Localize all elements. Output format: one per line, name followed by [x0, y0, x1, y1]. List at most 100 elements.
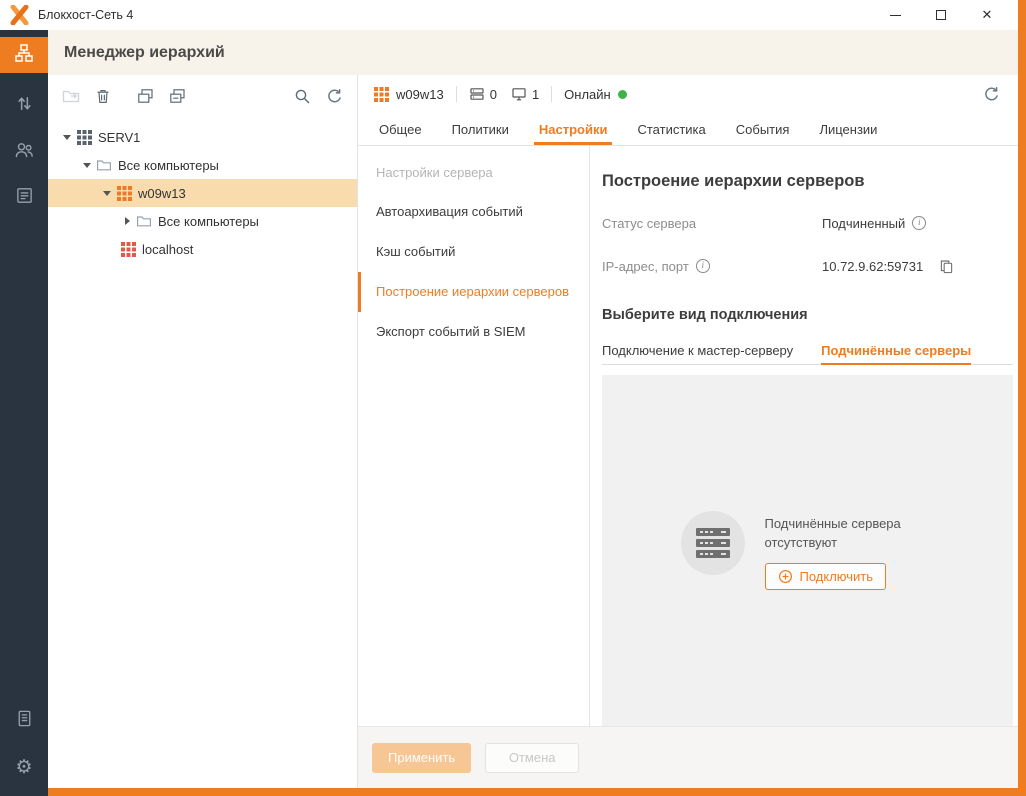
online-dot-icon — [617, 89, 627, 99]
plus-circle-icon — [778, 569, 793, 584]
hierarchy-icon — [14, 43, 34, 68]
collapse-all-button[interactable] — [166, 85, 188, 107]
separator — [455, 86, 457, 102]
tree-row-serv1[interactable]: SERV1 — [48, 123, 357, 151]
empty-state: Подчинённые сервера отсутствуют Подключи… — [680, 511, 935, 590]
server-stack-icon — [469, 86, 485, 102]
tree-toolbar — [48, 75, 357, 117]
copy-button[interactable] — [939, 259, 954, 274]
tree-panel: SERV1 Все компьютеры w09w13 Все компьюте… — [48, 75, 358, 788]
rail-item-replication[interactable] — [0, 83, 48, 129]
tab-general[interactable]: Общее — [364, 113, 437, 145]
content-title: Построение иерархии серверов — [602, 172, 865, 190]
settings-content: Построение иерархии серверов Статус серв… — [590, 146, 1018, 726]
tree-node-label: SERV1 — [98, 129, 141, 145]
close-button[interactable]: ✕ — [964, 0, 1010, 30]
selected-server-name: w09w13 — [396, 86, 444, 102]
server-grid-icon — [374, 86, 389, 102]
tab-subordinate-servers[interactable]: Подчинённые серверы — [821, 337, 972, 365]
maximize-icon — [936, 10, 946, 20]
tab-settings[interactable]: Настройки — [524, 113, 623, 145]
connection-tabs: Подключение к мастер-серверу Подчинённые… — [602, 337, 1013, 365]
rail-item-users[interactable] — [0, 129, 48, 175]
folder-icon — [136, 213, 152, 229]
caret-right-icon[interactable] — [120, 217, 134, 225]
servers-count: 0 — [469, 86, 497, 102]
subordinate-servers-panel: Подчинённые сервера отсутствуют Подключи… — [602, 375, 1013, 726]
rail-item-hierarchy-manager[interactable] — [0, 37, 48, 73]
right-accent-strip — [1018, 0, 1026, 796]
expand-all-button[interactable] — [134, 85, 156, 107]
tab-licenses[interactable]: Лицензии — [804, 113, 892, 145]
caret-down-icon[interactable] — [60, 135, 74, 140]
nav-item-hierarchy[interactable]: Построение иерархии серверов — [358, 272, 589, 312]
tree-node-label: w09w13 — [138, 185, 186, 201]
server-grid-icon — [116, 185, 132, 201]
app-title: Блокхост-Сеть 4 — [38, 8, 134, 22]
footer-actions: Применить Отмена — [358, 726, 1018, 788]
tab-events[interactable]: События — [721, 113, 805, 145]
field-server-status: Статус сервера Подчиненный i — [602, 212, 1013, 234]
close-icon: ✕ — [981, 7, 993, 22]
nav-item-event-cache[interactable]: Кэш событий — [358, 232, 589, 272]
caret-down-icon[interactable] — [100, 191, 114, 196]
maximize-button[interactable] — [918, 0, 964, 30]
page-title: Менеджер иерархий — [64, 43, 225, 61]
page-header: Менеджер иерархий — [48, 30, 1018, 75]
nav-item-siem-export[interactable]: Экспорт событий в SIEM — [358, 312, 589, 352]
delete-button[interactable] — [92, 85, 114, 107]
tree-toolbar-right — [291, 85, 345, 107]
server-grid-icon — [76, 129, 92, 145]
nav-item-autoarchive[interactable]: Автоархивация событий — [358, 192, 589, 232]
server-grid-icon — [120, 241, 136, 257]
apply-button[interactable]: Применить — [372, 742, 472, 773]
server-tabs: Общее Политики Настройки Статистика Собы… — [358, 113, 1018, 146]
info-icon[interactable]: i — [912, 216, 927, 230]
servers-count-value: 0 — [489, 86, 497, 102]
field-label: IP-адрес, порт i — [602, 259, 822, 274]
field-value: Подчиненный i — [822, 216, 927, 231]
workspace: SERV1 Все компьютеры w09w13 Все компьюте… — [48, 75, 1018, 788]
field-label: Статус сервера — [602, 215, 697, 231]
connect-button[interactable]: Подключить — [764, 562, 887, 590]
server-status: Онлайн — [564, 87, 627, 102]
app-logo-icon — [10, 5, 30, 25]
tab-statistics[interactable]: Статистика — [622, 113, 720, 145]
list-icon — [15, 186, 34, 210]
choose-connection-title: Выберите вид подключения — [602, 307, 808, 323]
rail-item-settings[interactable]: ⚙ — [0, 744, 48, 790]
tree-row-all-computers-child[interactable]: Все компьютеры — [48, 207, 357, 235]
main-refresh-button[interactable] — [980, 83, 1002, 105]
minimize-button[interactable] — [872, 0, 918, 30]
rail-item-policies[interactable] — [0, 175, 48, 221]
minimize-icon — [889, 14, 901, 16]
window-controls: ✕ — [872, 0, 1010, 30]
tree-refresh-button[interactable] — [323, 85, 345, 107]
search-button[interactable] — [291, 85, 313, 107]
computers-count: 1 — [511, 86, 539, 102]
settings-nav-group-title: Настройки сервера — [376, 164, 493, 180]
folder-icon — [96, 157, 112, 173]
info-icon[interactable]: i — [695, 259, 710, 273]
settings-area: Настройки сервера Автоархивация событий … — [358, 146, 1018, 726]
separator — [551, 86, 553, 102]
tab-master-connection[interactable]: Подключение к мастер-серверу — [602, 337, 793, 364]
app-window: Блокхост-Сеть 4 ✕ ⚙ Менеджер иерархий SE… — [0, 0, 1026, 796]
add-to-group-button[interactable] — [60, 85, 82, 107]
rail-bottom-group: ⚙ — [0, 698, 48, 796]
server-tree: SERV1 Все компьютеры w09w13 Все компьюте… — [48, 117, 357, 263]
tree-row-localhost[interactable]: localhost — [48, 235, 357, 263]
settings-nav: Настройки сервера Автоархивация событий … — [358, 146, 590, 726]
cancel-button[interactable]: Отмена — [485, 742, 580, 773]
status-text: Онлайн — [564, 86, 611, 102]
caret-down-icon[interactable] — [80, 163, 94, 168]
tree-row-all-computers[interactable]: Все компьютеры — [48, 151, 357, 179]
users-icon — [14, 140, 34, 165]
journal-icon — [15, 709, 34, 733]
empty-state-text: Подчинённые сервера отсутствуют — [764, 516, 901, 550]
server-rack-illustration — [680, 511, 745, 576]
rail-item-journal[interactable] — [0, 698, 48, 744]
tree-row-w09w13[interactable]: w09w13 — [48, 179, 357, 207]
field-value: 10.72.9.62:59731 — [822, 259, 954, 274]
tab-policies[interactable]: Политики — [437, 113, 524, 145]
